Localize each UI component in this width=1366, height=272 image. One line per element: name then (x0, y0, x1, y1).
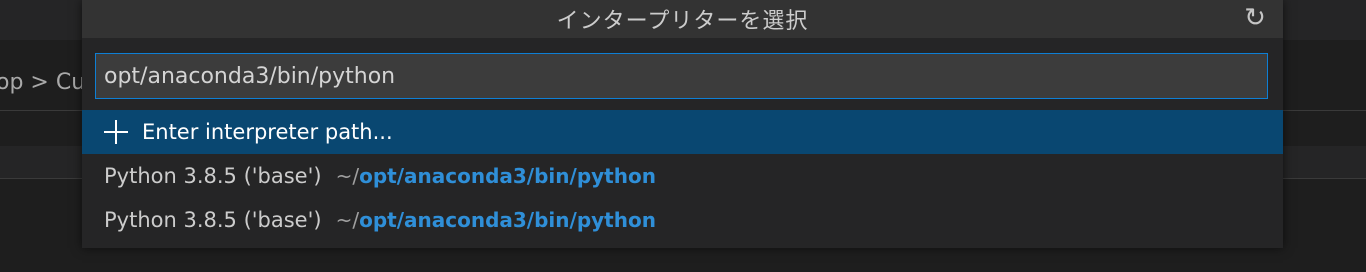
interpreter-item[interactable]: Python 3.8.5 ('base') ~/opt/anaconda3/bi… (82, 154, 1283, 198)
item-path-match: opt/anaconda3/bin/python (359, 208, 656, 232)
refresh-icon[interactable]: ↻ (1241, 4, 1269, 32)
item-path-prefix: ~/ (335, 208, 360, 232)
quick-pick-title-bar: インタープリターを選択 ↻ (82, 0, 1283, 38)
item-path: ~/opt/anaconda3/bin/python (336, 164, 656, 188)
item-path-match: opt/anaconda3/bin/python (359, 164, 656, 188)
item-path: ~/opt/anaconda3/bin/python (336, 208, 656, 232)
item-label: Python 3.8.5 ('base') (104, 208, 322, 232)
interpreter-path-input[interactable] (95, 53, 1268, 99)
interpreter-item[interactable]: Python 3.8.5 ('base') ~/opt/anaconda3/bi… (82, 198, 1283, 242)
interpreter-quick-pick: インタープリターを選択 ↻ Enter interpreter path... … (82, 0, 1283, 248)
item-label: Python 3.8.5 ('base') (104, 164, 322, 188)
editor-window: op > Cu インタープリターを選択 ↻ Enter interpreter … (0, 0, 1366, 272)
item-label: Enter interpreter path... (142, 120, 393, 144)
item-path-prefix: ~/ (335, 164, 360, 188)
enter-interpreter-path-item[interactable]: Enter interpreter path... (82, 110, 1283, 154)
plus-icon (104, 120, 128, 144)
breadcrumb[interactable]: op > Cu (0, 70, 85, 95)
interpreter-list: Enter interpreter path... Python 3.8.5 (… (82, 110, 1283, 242)
quick-pick-title: インタープリターを選択 (556, 9, 809, 34)
